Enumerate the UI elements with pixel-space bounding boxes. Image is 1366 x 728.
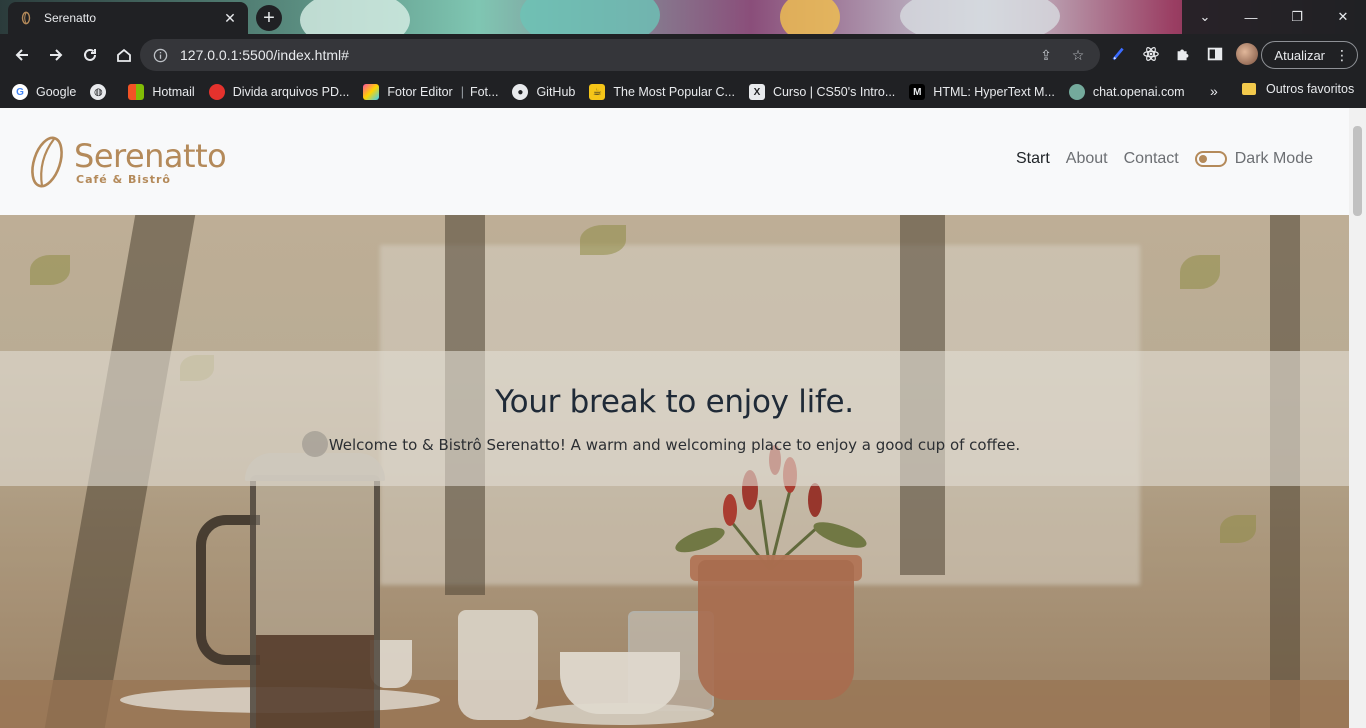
bookmarks-bar: G Google ◍ Hotmail Divida arquivos PD...… bbox=[0, 76, 1366, 108]
site-logo[interactable]: Serenatto Café & Bistrô bbox=[26, 134, 227, 190]
side-panel-icon[interactable] bbox=[1204, 43, 1226, 65]
nav-link-start[interactable]: Start bbox=[1016, 150, 1050, 168]
reload-icon[interactable] bbox=[74, 39, 106, 71]
page-viewport: Serenatto Café & Bistrô Start About Cont… bbox=[0, 108, 1366, 728]
bookmark-github[interactable]: ● GitHub bbox=[512, 84, 575, 100]
url-text[interactable]: 127.0.0.1:5500/index.html# bbox=[180, 47, 1024, 63]
site-info-icon[interactable] bbox=[152, 47, 168, 63]
logo-wordmark: Serenatto Café & Bistrô bbox=[74, 136, 227, 186]
bookmark-label: Fot... bbox=[469, 85, 499, 99]
fotor-icon bbox=[363, 84, 380, 100]
extensions-puzzle-icon[interactable] bbox=[1172, 43, 1194, 65]
main-nav: Start About Contact Dark Mode bbox=[1000, 150, 1313, 168]
bookmark-label: Fotor Editor bbox=[387, 85, 453, 99]
microsoft-icon bbox=[128, 84, 145, 100]
pdf-icon bbox=[208, 84, 225, 100]
hero-text-band: Your break to enjoy life. Welcome to & B… bbox=[0, 351, 1349, 486]
dark-mode-label: Dark Mode bbox=[1234, 150, 1313, 167]
bookmark-pdf[interactable]: Divida arquivos PD... bbox=[208, 84, 350, 100]
bookmark-label: Google bbox=[36, 85, 77, 99]
profile-avatar[interactable] bbox=[1236, 43, 1258, 65]
wallpaper-art bbox=[780, 0, 840, 34]
hero-subtitle: Welcome to & Bistrô Serenatto! A warm an… bbox=[328, 435, 1021, 454]
avatar bbox=[1236, 43, 1258, 65]
cup-icon: ☕ bbox=[589, 84, 606, 100]
other-bookmarks-label: Outros favoritos bbox=[1266, 82, 1355, 96]
bookmark-hotmail[interactable]: Hotmail bbox=[128, 84, 195, 100]
nav-link-about[interactable]: About bbox=[1066, 150, 1108, 168]
update-button-label: Atualizar bbox=[1274, 47, 1325, 63]
dark-mode-toggle[interactable] bbox=[1194, 151, 1227, 167]
bookmark-label: Curso | CS50's Intro... bbox=[772, 85, 896, 99]
window-controls: ⌄ — ❐ ✕ bbox=[1182, 0, 1366, 34]
pen-extension-icon[interactable] bbox=[1108, 43, 1130, 65]
new-tab-button[interactable]: + bbox=[256, 5, 282, 31]
hero-title: Your break to enjoy life. bbox=[495, 383, 854, 420]
bookmark-label: Hotmail bbox=[152, 85, 195, 99]
wallpaper-art bbox=[900, 0, 1060, 34]
site-header: Serenatto Café & Bistrô Start About Cont… bbox=[0, 108, 1349, 215]
bookmark-separator: | bbox=[460, 85, 464, 99]
page-scrollbar[interactable] bbox=[1349, 108, 1366, 728]
bookmark-chatgpt[interactable]: chat.openai.com bbox=[1068, 84, 1185, 100]
bookmark-most-popular[interactable]: ☕ The Most Popular C... bbox=[589, 84, 735, 100]
bookmark-label: GitHub bbox=[536, 85, 576, 99]
tab-close-icon[interactable]: ✕ bbox=[222, 10, 238, 26]
github-icon: ● bbox=[512, 84, 529, 100]
bookmark-cs50[interactable]: X Curso | CS50's Intro... bbox=[748, 84, 896, 100]
home-icon[interactable] bbox=[108, 39, 140, 71]
extensions-area bbox=[1108, 43, 1258, 65]
react-devtools-icon[interactable] bbox=[1140, 43, 1162, 65]
back-arrow-icon[interactable] bbox=[6, 39, 38, 71]
browser-toolbar: 127.0.0.1:5500/index.html# ⇪ ☆ Atualizar… bbox=[0, 34, 1366, 76]
window-title-bar: Serenatto ✕ + ⌄ — ❐ ✕ bbox=[0, 0, 1366, 34]
folder-icon bbox=[1242, 83, 1256, 95]
bookmark-label: The Most Popular C... bbox=[613, 85, 735, 99]
update-browser-button[interactable]: Atualizar ⋮ bbox=[1261, 41, 1358, 69]
browser-tab-active[interactable]: Serenatto ✕ bbox=[8, 2, 248, 34]
share-icon[interactable]: ⇪ bbox=[1036, 45, 1056, 65]
coffee-bean-logo-icon bbox=[31, 136, 63, 188]
bookmark-star-icon[interactable]: ☆ bbox=[1068, 45, 1088, 65]
globe-icon: ◍ bbox=[90, 84, 107, 100]
coffee-bean-icon bbox=[18, 10, 34, 26]
tab-search-chevron-down-icon[interactable]: ⌄ bbox=[1182, 0, 1228, 34]
other-bookmarks-folder[interactable]: Outros favoritos bbox=[1242, 82, 1354, 96]
forward-arrow-icon[interactable] bbox=[40, 39, 72, 71]
x-icon: X bbox=[748, 84, 765, 100]
bookmark-label: chat.openai.com bbox=[1092, 85, 1185, 99]
bookmark-google[interactable]: G Google bbox=[12, 84, 76, 100]
bookmark-mdn[interactable]: M HTML: HyperText M... bbox=[909, 84, 1055, 100]
nav-link-contact[interactable]: Contact bbox=[1124, 150, 1179, 168]
bookmark-fotor[interactable]: Fot... bbox=[470, 85, 498, 99]
bookmarks-overflow-icon[interactable]: » bbox=[1210, 83, 1218, 99]
hero-section: Your break to enjoy life. Welcome to & B… bbox=[0, 215, 1349, 728]
minimize-icon[interactable]: — bbox=[1228, 0, 1274, 34]
bookmark-label: Divida arquivos PD... bbox=[232, 85, 350, 99]
bookmark-label: HTML: HyperText M... bbox=[933, 85, 1055, 99]
openai-icon bbox=[1068, 84, 1085, 100]
bookmark-globe[interactable]: ◍ bbox=[90, 84, 114, 100]
wallpaper-art bbox=[520, 0, 660, 34]
tab-title: Serenatto bbox=[44, 11, 97, 25]
close-window-icon[interactable]: ✕ bbox=[1320, 0, 1366, 34]
address-bar[interactable]: 127.0.0.1:5500/index.html# ⇪ ☆ bbox=[140, 39, 1100, 71]
wallpaper-art bbox=[300, 0, 410, 34]
logo-name: Serenatto bbox=[74, 136, 227, 175]
more-menu-icon[interactable]: ⋮ bbox=[1335, 47, 1349, 64]
mdn-icon: M bbox=[909, 84, 926, 100]
google-icon: G bbox=[12, 84, 28, 100]
bookmark-fotor-editor[interactable]: Fotor Editor bbox=[363, 84, 453, 100]
restore-icon[interactable]: ❐ bbox=[1274, 0, 1320, 34]
scrollbar-thumb[interactable] bbox=[1353, 126, 1362, 216]
